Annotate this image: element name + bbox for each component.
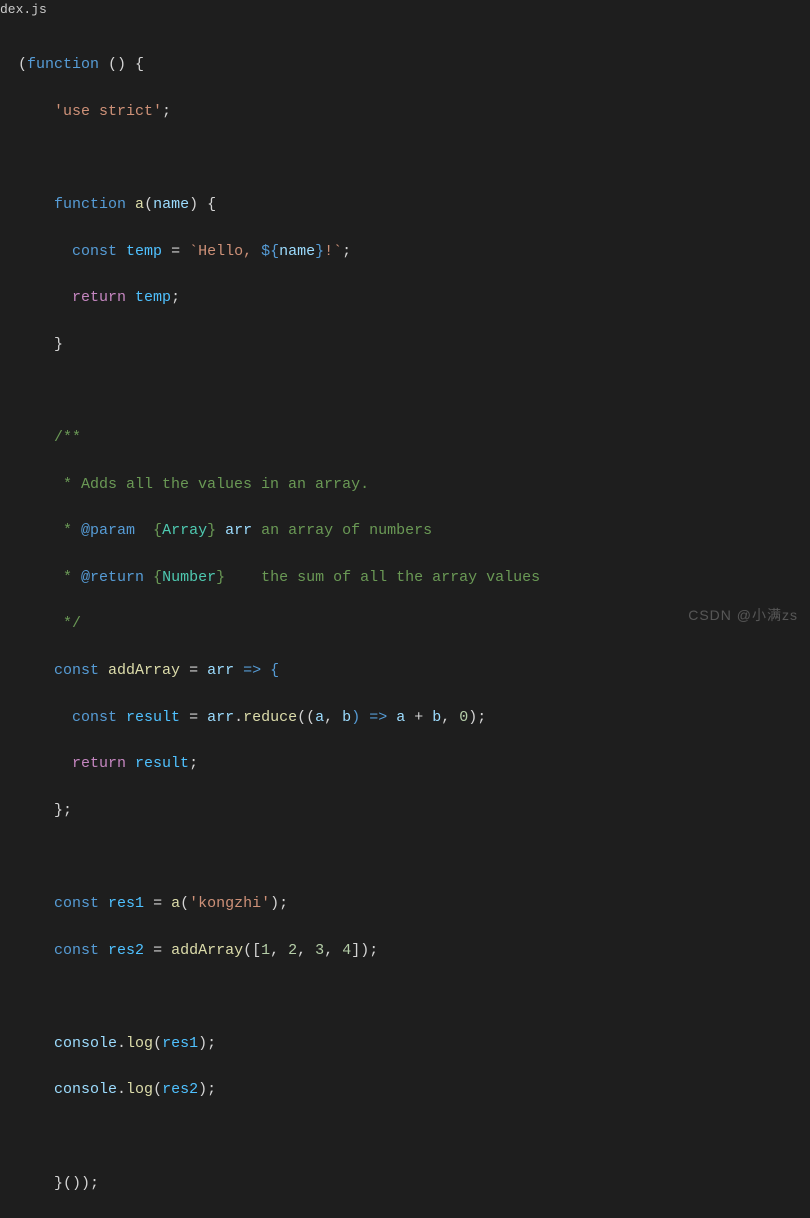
code-line: 'use strict'; [18,100,810,123]
code-line: function a(name) { [18,193,810,216]
code-line: const res2 = addArray([1, 2, 3, 4]); [18,939,810,962]
code-line [18,1125,810,1148]
code-line: * @return {Number} the sum of all the ar… [18,566,810,589]
code-line: }()); [18,1172,810,1195]
code-line: const result = arr.reduce((a, b) => a + … [18,706,810,729]
code-line: } [18,333,810,356]
watermark-text: CSDN @小满zs [688,605,798,625]
code-line: const addArray = arr => { [18,659,810,682]
tab-filename[interactable]: dex.js [0,0,47,17]
code-line: }; [18,799,810,822]
code-line: return temp; [18,286,810,309]
code-line: return result; [18,752,810,775]
code-line: * Adds all the values in an array. [18,473,810,496]
code-line [18,379,810,402]
code-line: const res1 = a('kongzhi'); [18,892,810,915]
code-line [18,985,810,1008]
code-line: (function () { [18,53,810,76]
code-line: const temp = `Hello, ${name}!`; [18,240,810,263]
code-line: console.log(res1); [18,1032,810,1055]
code-line: * @param {Array} arr an array of numbers [18,519,810,542]
code-line [18,146,810,169]
tab-row: dex.js [0,0,810,22]
code-line: /** [18,426,810,449]
code-line: console.log(res2); [18,1078,810,1101]
code-line [18,845,810,868]
